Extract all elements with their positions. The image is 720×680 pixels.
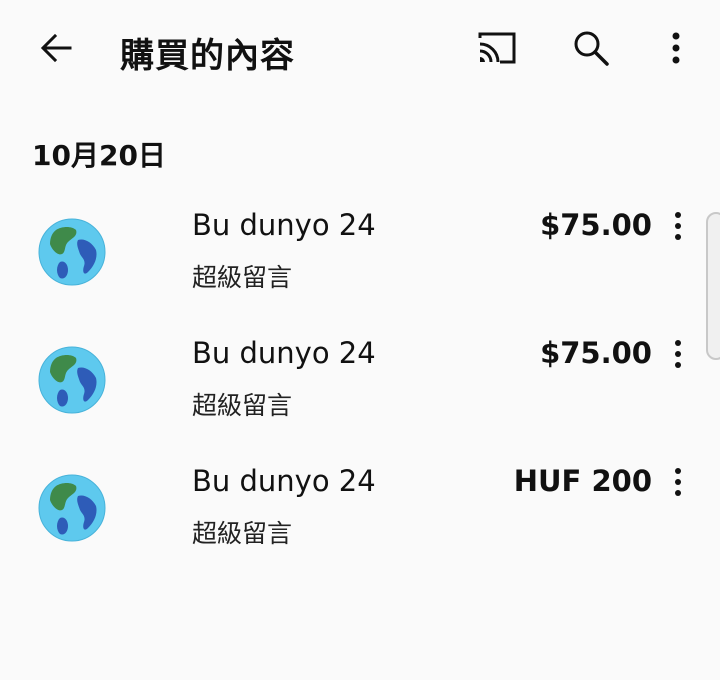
arrow-back-icon	[40, 33, 72, 63]
purchases-screen: 購買的內容 10月20日 Bu dunyo 24 超級留言 $75.00 Bu …	[0, 0, 720, 680]
globe-icon	[38, 346, 106, 414]
app-bar: 購買的內容	[0, 0, 720, 100]
purchase-list: Bu dunyo 24 超級留言 $75.00 Bu dunyo 24 超級留言	[0, 190, 720, 574]
more-vert-icon	[672, 32, 680, 64]
cast-button[interactable]	[468, 20, 524, 76]
item-more-button[interactable]	[664, 334, 692, 374]
item-price: $75.00	[540, 208, 652, 242]
item-type: 超級留言	[192, 263, 293, 292]
scroll-handle[interactable]	[706, 212, 720, 360]
more-vert-icon	[675, 212, 681, 240]
cast-icon	[478, 32, 516, 64]
purchase-item[interactable]: Bu dunyo 24 超級留言 $75.00	[0, 190, 720, 318]
item-price: HUF 200	[513, 464, 652, 498]
item-name: Bu dunyo 24	[192, 464, 376, 498]
purchase-item[interactable]: Bu dunyo 24 超級留言 $75.00	[0, 318, 720, 446]
item-type: 超級留言	[192, 519, 293, 548]
back-button[interactable]	[28, 20, 84, 76]
search-button[interactable]	[563, 20, 619, 76]
more-vert-icon	[675, 468, 681, 496]
item-more-button[interactable]	[664, 206, 692, 246]
date-group-header: 10月20日	[32, 139, 166, 172]
page-title: 購買的內容	[120, 36, 295, 76]
search-icon	[574, 31, 609, 66]
item-name: Bu dunyo 24	[192, 208, 376, 242]
globe-icon	[38, 218, 106, 286]
item-more-button[interactable]	[664, 462, 692, 502]
item-price: $75.00	[540, 336, 652, 370]
purchase-item[interactable]: Bu dunyo 24 超級留言 HUF 200	[0, 446, 720, 574]
more-options-button[interactable]	[648, 20, 704, 76]
item-name: Bu dunyo 24	[192, 336, 376, 370]
globe-icon	[38, 474, 106, 542]
item-type: 超級留言	[192, 391, 293, 420]
more-vert-icon	[675, 340, 681, 368]
